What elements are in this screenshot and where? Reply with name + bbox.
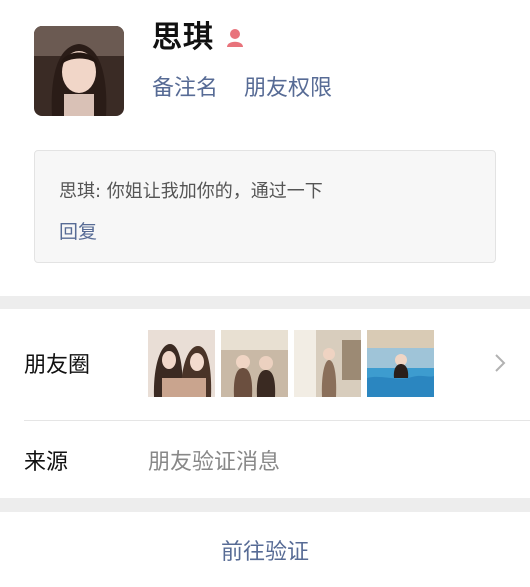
reply-link[interactable]: 回复 xyxy=(59,217,97,244)
avatar-image xyxy=(34,26,124,116)
remark-name-link[interactable]: 备注名 xyxy=(152,72,218,106)
moments-thumbnails xyxy=(148,330,434,397)
avatar[interactable] xyxy=(34,26,124,116)
verification-message-box: 思琪: 你姐让我加你的，通过一下 回复 xyxy=(34,150,496,263)
source-label: 来源 xyxy=(24,450,69,475)
contact-name: 思琪 xyxy=(152,20,214,55)
moments-label: 朋友圈 xyxy=(24,353,91,378)
moments-row[interactable]: 朋友圈 xyxy=(0,309,530,420)
info-list: 朋友圈 来源 朋友验证消息 xyxy=(0,309,530,498)
go-verify-button[interactable]: 前往验证 xyxy=(0,512,530,587)
moments-photo-3 xyxy=(294,330,361,397)
name-row: 思琪 xyxy=(152,18,246,58)
source-row: 来源 朋友验证消息 xyxy=(0,420,530,498)
source-value: 朋友验证消息 xyxy=(148,450,281,475)
female-icon xyxy=(224,27,246,49)
moments-photo-4 xyxy=(367,330,434,397)
friend-permissions-link[interactable]: 朋友权限 xyxy=(244,72,332,106)
verify-card: 前往验证 xyxy=(0,512,530,587)
profile-actions: 备注名 朋友权限 xyxy=(152,72,332,106)
chevron-right-icon xyxy=(494,353,506,373)
moments-photo-1 xyxy=(148,330,215,397)
profile-card: 思琪 备注名 朋友权限 思琪: 你姐让我加你的，通过一下 回复 xyxy=(0,0,530,296)
moments-photo-2 xyxy=(221,330,288,397)
verification-message-text: 思琪: 你姐让我加你的，通过一下 xyxy=(59,181,323,202)
